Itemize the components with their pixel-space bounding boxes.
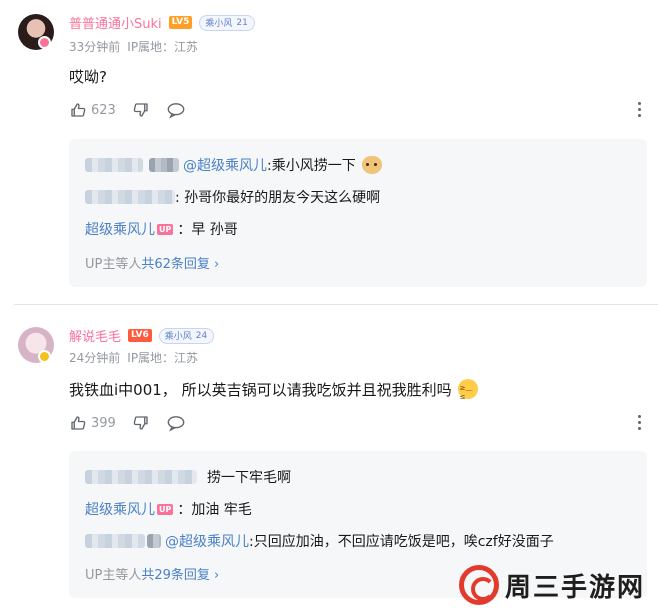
ip-location: IP属地：江苏 xyxy=(127,351,199,365)
comment-actions: 399 xyxy=(69,414,186,432)
reply-text: ：加油 牢毛 xyxy=(177,502,252,518)
blurred-username xyxy=(85,470,197,484)
more-replies-prefix: UP主等人 xyxy=(85,568,142,583)
like-count: 399 xyxy=(91,415,116,431)
dislike-button[interactable] xyxy=(132,414,150,432)
reply-username[interactable]: 超级乘风儿 xyxy=(85,499,155,519)
comment-header: 解说毛毛 LV6 乘小风 24 xyxy=(69,326,215,345)
reply-text: 捞一下牢毛啊 xyxy=(207,470,291,486)
reply-item: 超级乘风儿 UP ：加油 牢毛 xyxy=(85,499,252,519)
comment-meta: 24分钟前 IP属地：江苏 xyxy=(69,349,198,366)
fan-medal-name: 乘小风 xyxy=(164,332,192,342)
watermark-text: 周三手游网 xyxy=(505,572,646,603)
up-badge: UP xyxy=(157,503,174,515)
fan-medal[interactable]: 乘小风 24 xyxy=(158,327,215,344)
username[interactable]: 解说毛毛 xyxy=(69,326,121,345)
thumbs-up-icon xyxy=(71,416,86,430)
comment-bubble-icon xyxy=(167,416,185,432)
comment-time: 24分钟前 xyxy=(69,351,121,365)
like-button[interactable]: 399 xyxy=(69,414,116,432)
more-vertical-icon[interactable] xyxy=(638,415,642,433)
thumbs-down-icon xyxy=(133,416,148,430)
reply-item: 捞一下牢毛啊 xyxy=(85,467,291,487)
comment-item: 解说毛毛 LV6 乘小风 24 24分钟前 IP属地：江苏 我铁血i中001， 所… xyxy=(0,0,658,613)
level-badge: LV6 xyxy=(128,329,152,342)
shy-emoji-icon xyxy=(457,379,478,401)
blurred-username xyxy=(147,534,161,548)
watermark-logo xyxy=(459,565,499,605)
reply-button[interactable] xyxy=(166,414,186,432)
mention-link[interactable]: @超级乘风儿 xyxy=(165,531,249,551)
comment-text: 我铁血i中001， 所以英吉锅可以请我吃饭并且祝我胜利吗 xyxy=(69,381,452,399)
view-more-replies-button[interactable]: UP主等人共29条回复 › xyxy=(85,564,219,583)
reply-text: :只回应加油，不回应请吃饭是吧，唉czf好没面子 xyxy=(249,534,554,550)
fan-medal-level: 24 xyxy=(195,330,208,341)
chevron-right-icon: › xyxy=(214,568,220,583)
site-watermark: 周三手游网 xyxy=(459,565,645,605)
comment-content: 我铁血i中001， 所以英吉锅可以请我吃饭并且祝我胜利吗 xyxy=(69,379,478,401)
more-replies-count: 共29条回复 xyxy=(141,568,210,583)
verify-badge-icon xyxy=(38,350,51,363)
blurred-username xyxy=(85,534,145,548)
reply-item: @超级乘风儿 :只回应加油，不回应请吃饭是吧，唉czf好没面子 xyxy=(85,531,554,551)
